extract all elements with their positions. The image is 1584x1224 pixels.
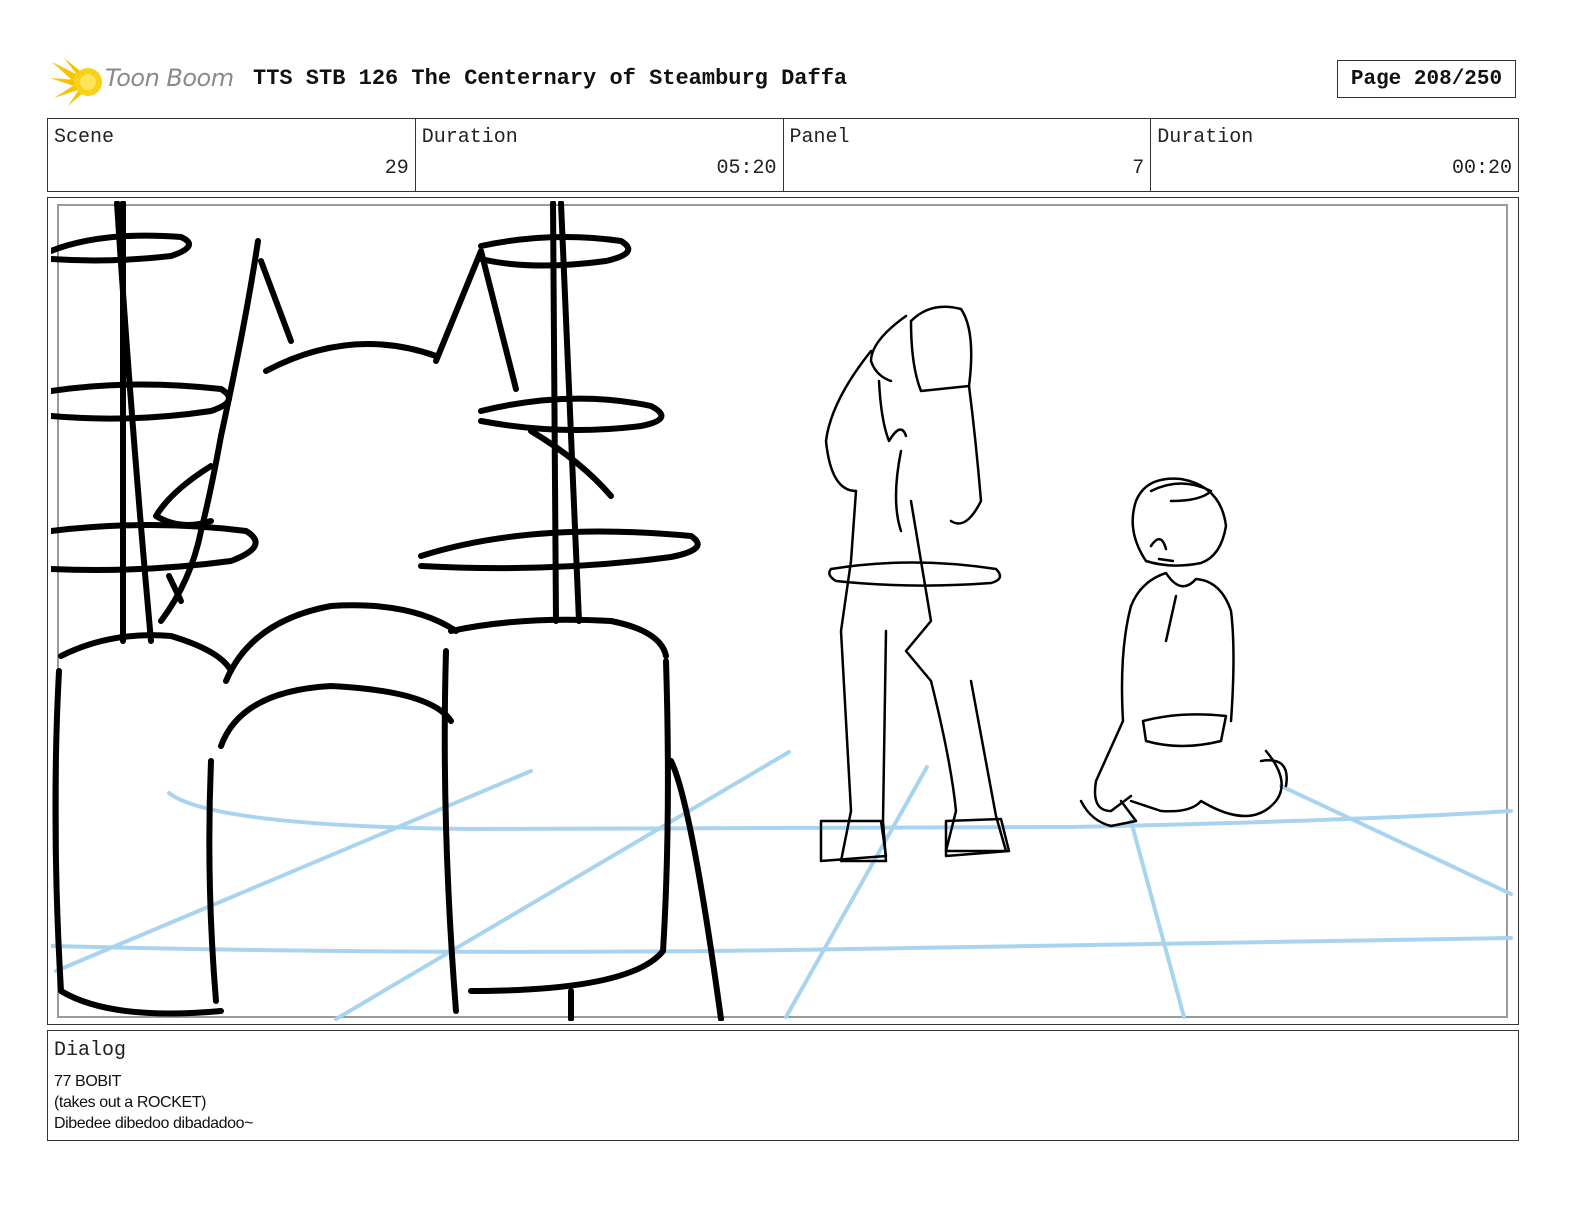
page-indicator: Page 208/250 [1337,60,1516,98]
panel-value: 7 [1132,157,1145,180]
scene-value: 29 [384,157,409,180]
dialog-line: 77 BOBIT [54,1073,122,1090]
scene-duration-cell: Duration 05:20 [416,119,784,191]
dialog-text: 77 BOBIT (takes out a ROCKET) Dibedee di… [54,1071,254,1134]
panel-duration-cell: Duration 00:20 [1151,119,1518,191]
foreground-character-back [51,201,724,1021]
dialog-box: Dialog 77 BOBIT (takes out a ROCKET) Dib… [47,1030,1519,1141]
safe-frame [57,204,1508,1018]
panel-info-row: Scene 29 Duration 05:20 Panel 7 Duration… [47,118,1519,192]
dialog-label: Dialog [54,1039,127,1062]
dialog-line: Dibedee dibedoo dibadadoo~ [54,1115,254,1132]
perspective-guides [51,750,1513,1021]
logo-text: Toon Boom [105,64,234,92]
panel-cell: Panel 7 [784,119,1152,191]
dialog-line: (takes out a ROCKET) [54,1094,207,1111]
storyboard-sketch [51,201,1513,1021]
panel-label: Panel [789,126,850,149]
panel-duration-value: 00:20 [1451,157,1512,180]
scene-duration-value: 05:20 [716,157,777,180]
scene-label: Scene [54,126,115,149]
kneeling-girl-sketch [1079,477,1288,828]
scene-duration-label: Duration [421,126,518,149]
panel-duration-label: Duration [1157,126,1254,149]
scene-cell: Scene 29 [48,119,416,191]
document-title: TTS STB 126 The Centernary of Steamburg … [253,66,848,91]
standing-girl-sketch [819,305,1011,863]
